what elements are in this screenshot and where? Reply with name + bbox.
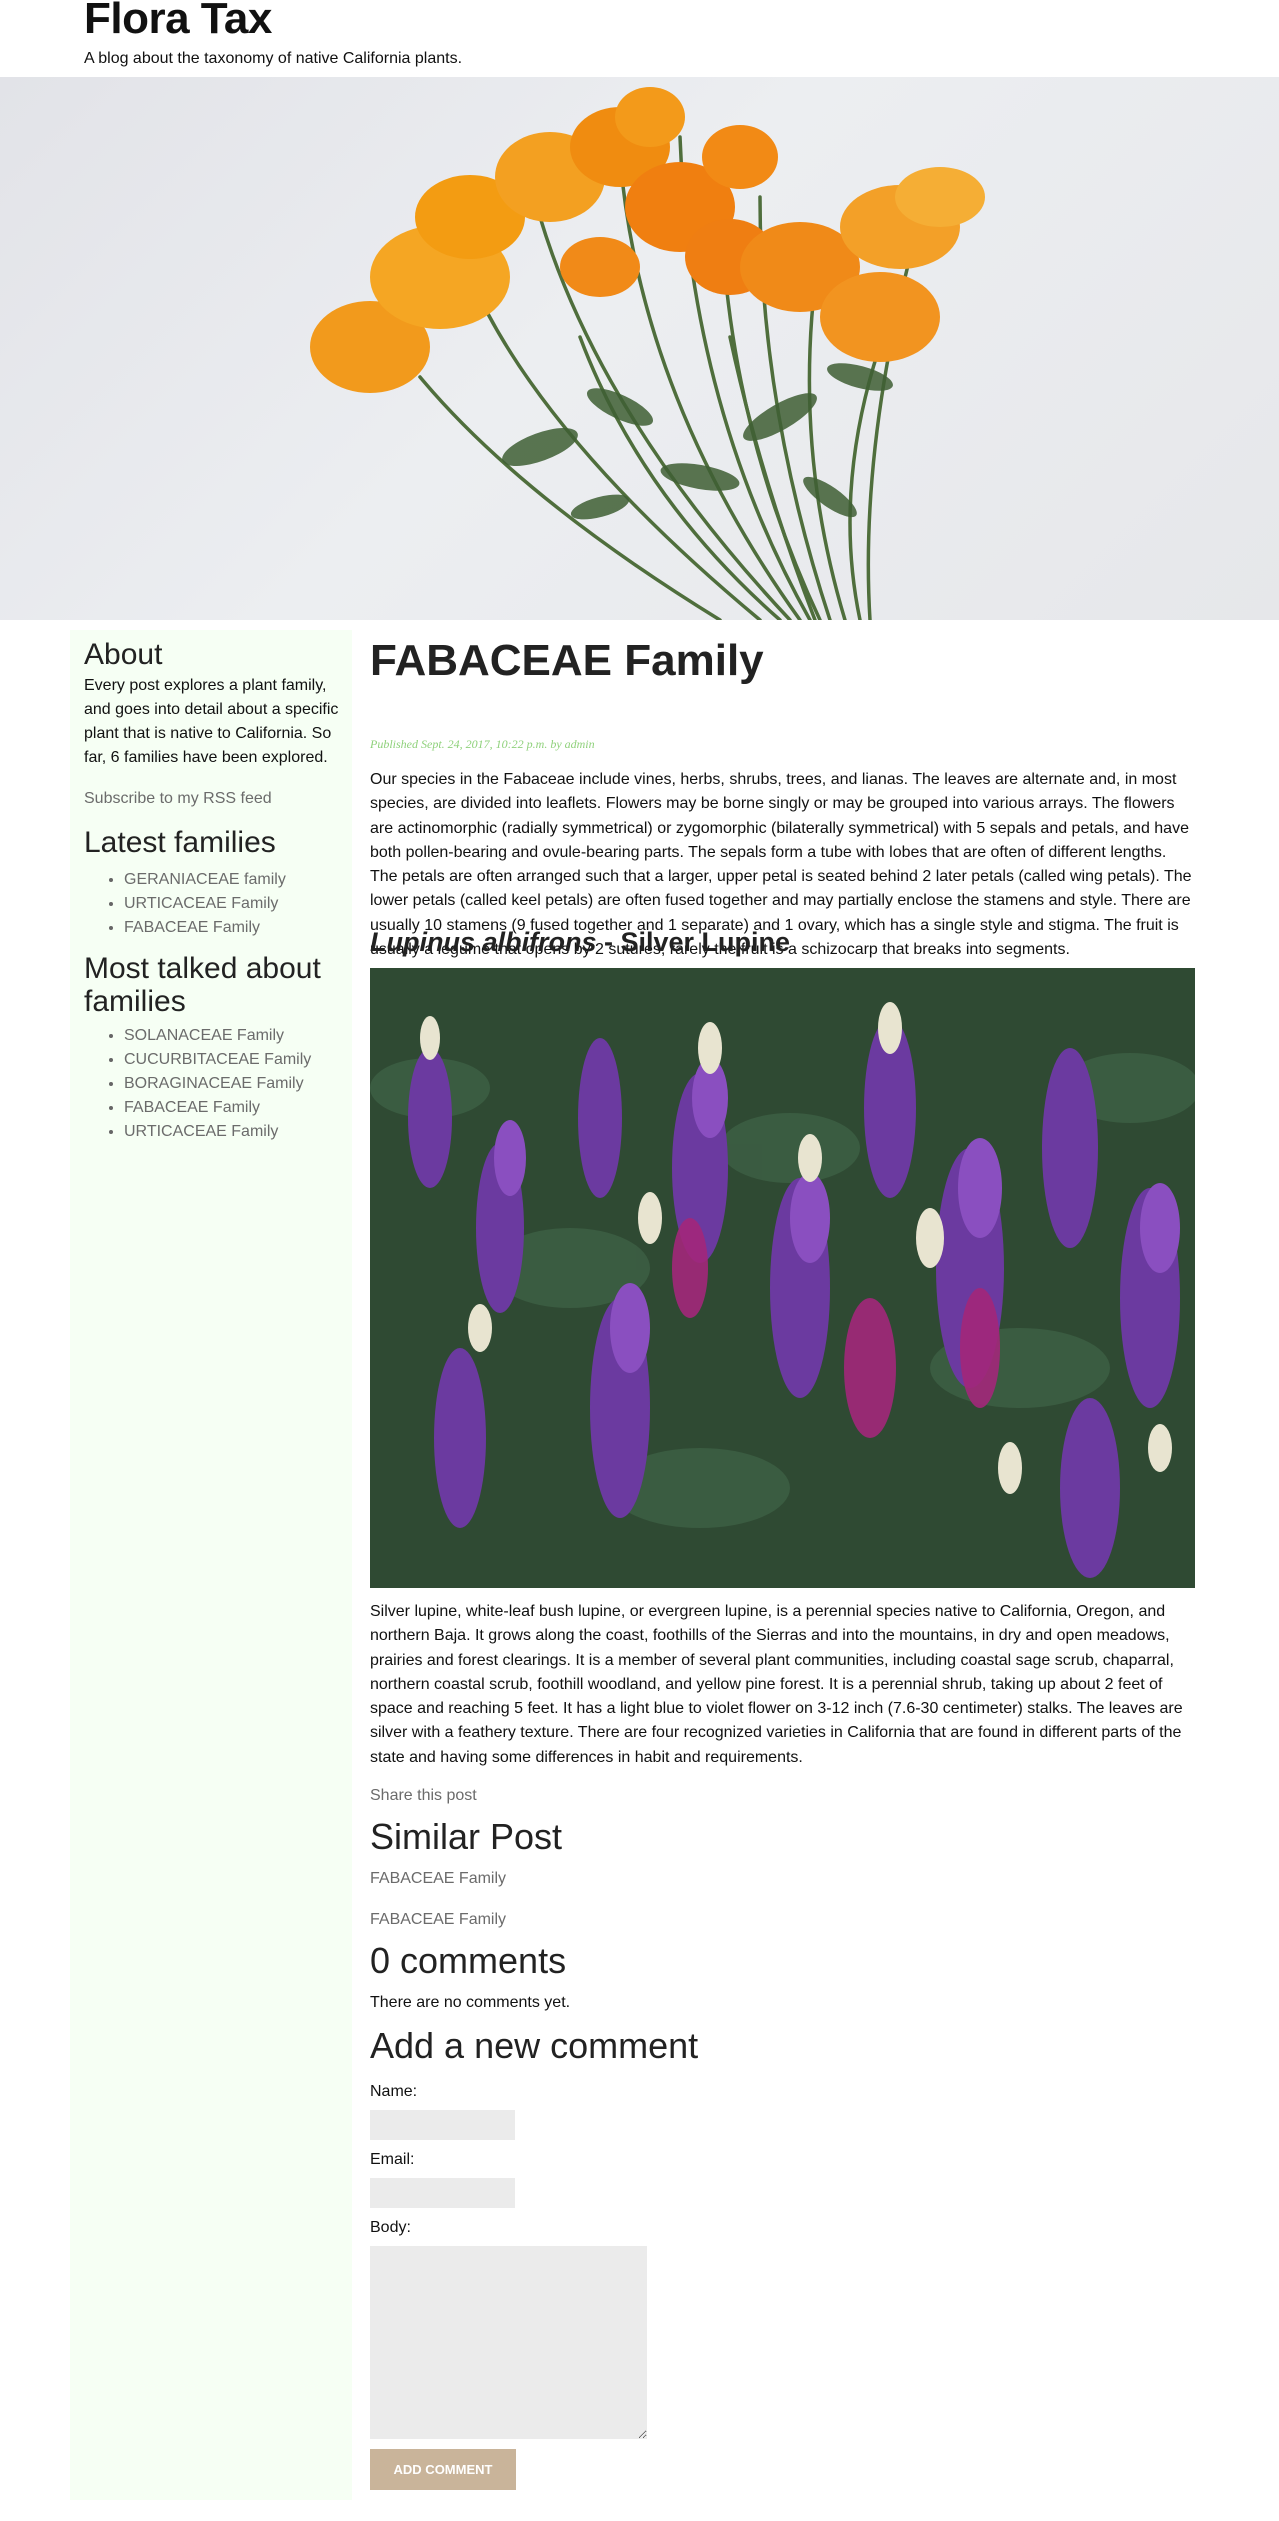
rss-link[interactable]: Subscribe to my RSS feed (84, 790, 272, 808)
add-comment-heading: Add a new comment (370, 2025, 699, 2066)
lupine-photo (370, 968, 1195, 1588)
list-item[interactable]: SOLANACEAE Family (124, 1024, 311, 1048)
most-talked-list: SOLANACEAE Family CUCURBITACEAE Family B… (124, 1024, 311, 1144)
species-description: Silver lupine, white-leaf bush lupine, o… (370, 1603, 1183, 1766)
name-field[interactable] (370, 2110, 515, 2140)
lupine-illustration (370, 968, 1195, 1588)
species-title: Lupinus albifrons - Silver Lupine (370, 927, 790, 958)
list-item[interactable]: FABACEAE Family (124, 1096, 311, 1120)
no-comments-text: There are no comments yet. (370, 1994, 571, 2011)
email-field[interactable] (370, 2178, 515, 2208)
similar-post-heading: Similar Post (370, 1816, 563, 1857)
latest-families-heading: Latest families (84, 826, 276, 859)
list-item[interactable]: URTICACEAE Family (124, 1120, 311, 1144)
post-title: FABACEAE Family (370, 636, 764, 685)
latest-families-list: GERANIACEAE family URTICACEAE Family FAB… (124, 868, 286, 940)
about-heading: About (84, 638, 163, 671)
email-label: Email: (370, 2151, 415, 2168)
add-comment-button[interactable]: ADD COMMENT (370, 2449, 516, 2490)
similar-post-link[interactable]: FABACEAE Family (370, 1911, 506, 1929)
hero-image (0, 77, 1279, 620)
list-item[interactable]: CUCURBITACEAE Family (124, 1048, 311, 1072)
most-talked-heading: Most talked about families (84, 952, 321, 1018)
comments-heading: 0 comments (370, 1940, 567, 1981)
similar-post-link[interactable]: FABACEAE Family (370, 1870, 506, 1888)
sidebar: About Every post explores a plant family… (70, 630, 352, 2500)
post-meta: Published Sept. 24, 2017, 10:22 p.m. by … (370, 737, 595, 751)
name-label: Name: (370, 2083, 418, 2100)
list-item[interactable]: BORAGINACEAE Family (124, 1072, 311, 1096)
site-header: Flora Tax A blog about the taxonomy of n… (0, 0, 1279, 77)
list-item[interactable]: GERANIACEAE family (124, 868, 286, 892)
site-title[interactable]: Flora Tax (84, 0, 272, 44)
list-item[interactable]: FABACEAE Family (124, 916, 286, 940)
body-textarea[interactable] (370, 2246, 647, 2439)
site-tagline: A blog about the taxonomy of native Cali… (84, 50, 463, 67)
species-common: - Silver Lupine (596, 927, 791, 957)
list-item[interactable]: URTICACEAE Family (124, 892, 286, 916)
poppies-illustration (310, 87, 985, 620)
body-label: Body: (370, 2219, 411, 2236)
about-text: Every post explores a plant family, and … (84, 677, 339, 766)
share-link[interactable]: Share this post (370, 1787, 477, 1805)
species-latin: Lupinus albifrons (370, 927, 597, 957)
